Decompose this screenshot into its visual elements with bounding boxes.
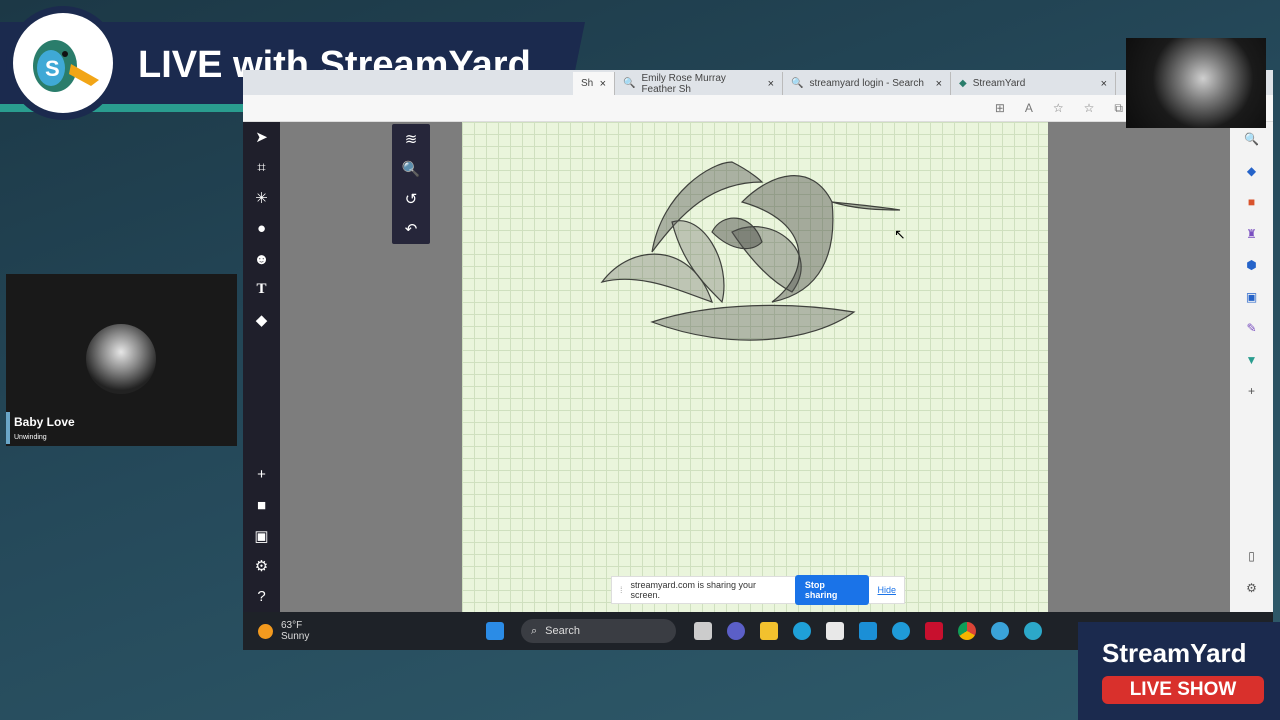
- mcafee-icon[interactable]: [924, 622, 943, 640]
- canvas-tools-panel: ≋ 🔍 ↺ ↶: [392, 124, 430, 244]
- drag-handle-icon[interactable]: ⁞: [620, 585, 623, 595]
- live-show-badge: LIVE SHOW: [1102, 676, 1264, 704]
- browser-tab[interactable]: 🔍 streamyard login - Search ×: [783, 72, 951, 95]
- edge-beta-icon[interactable]: [792, 622, 811, 640]
- screen-share-bar: ⁞ streamyard.com is sharing your screen.…: [611, 575, 905, 605]
- browser-tab[interactable]: 🔍 Emily Rose Murray Feather Sh ×: [615, 72, 783, 95]
- read-aloud-icon[interactable]: A: [1025, 101, 1033, 115]
- effects-icon[interactable]: ✳: [255, 183, 268, 214]
- games-icon[interactable]: ♜: [1246, 227, 1257, 259]
- host-webcam: [1126, 38, 1266, 128]
- chrome-icon[interactable]: [957, 622, 976, 640]
- weather-condition: Sunny: [281, 631, 310, 642]
- browser-tab[interactable]: ◆ StreamYard ×: [951, 72, 1116, 95]
- search-icon: 🔍: [791, 78, 804, 89]
- browser-tab-bar: Sh × 🔍 Emily Rose Murray Feather Sh × 🔍 stre…: [243, 70, 1273, 95]
- designer-icon[interactable]: ✎: [1246, 321, 1256, 353]
- outlook-icon[interactable]: ▣: [1246, 290, 1257, 322]
- participant-tile: Baby Love Unwinding: [6, 274, 237, 446]
- taskbar-search[interactable]: ⌕ Search: [521, 619, 676, 643]
- zoom-icon[interactable]: 🔍: [402, 154, 421, 184]
- apps-icon[interactable]: ⊞: [995, 101, 1005, 115]
- folder-icon[interactable]: ■: [257, 490, 266, 521]
- workspace-right: [1048, 122, 1230, 612]
- task-view-icon[interactable]: [693, 622, 712, 640]
- emoji-icon[interactable]: ☻: [254, 244, 270, 275]
- help-icon[interactable]: ?: [257, 582, 265, 613]
- tag-icon[interactable]: ◆: [1247, 164, 1256, 196]
- weather-widget[interactable]: 63°F Sunny: [243, 620, 478, 642]
- add-favorite-icon[interactable]: ☆: [1053, 101, 1064, 115]
- mailbird-icon[interactable]: [858, 622, 877, 640]
- tab-label: Sh: [581, 78, 594, 89]
- svg-text:S: S: [45, 56, 60, 81]
- search-label: Search: [545, 625, 581, 637]
- search-icon: ⌕: [531, 624, 538, 637]
- add-icon[interactable]: +: [257, 460, 266, 491]
- brand-name: StreamYard: [1102, 638, 1247, 668]
- streamyard-brand-box: StreamYard LIVE SHOW: [1078, 622, 1280, 720]
- copilot-icon[interactable]: ⬢: [1246, 258, 1256, 290]
- tab-label: streamyard login - Search: [809, 78, 924, 89]
- drop-icon[interactable]: ▼: [1246, 353, 1258, 385]
- add-icon[interactable]: +: [1248, 384, 1255, 416]
- settings-icon[interactable]: ⚙: [1246, 581, 1257, 613]
- temperature: 63°F: [281, 620, 303, 631]
- rose-sketch: [600, 161, 901, 341]
- avatar: [86, 324, 156, 394]
- edge-dev-icon[interactable]: [990, 622, 1009, 640]
- shared-screen: Sh × 🔍 Emily Rose Murray Feather Sh × 🔍 stre…: [243, 70, 1273, 650]
- pointer-icon[interactable]: ➤: [255, 122, 268, 153]
- drawing-toolbar: ➤ ⌗ ✳ ● ☻ T ◆ + ■ ▣ ⚙?: [243, 122, 280, 612]
- save-icon[interactable]: ▣: [254, 521, 268, 552]
- browser-toolbar: ⊞ A ☆ ☆ ⧉: [243, 95, 1273, 122]
- edge-icon[interactable]: [1023, 622, 1042, 640]
- sun-icon: [258, 623, 273, 639]
- edge-sidebar: 🔍 ◆ ■ ♜ ⬢ ▣ ✎ ▼ + ▯ ⚙: [1230, 122, 1273, 612]
- tab-label: StreamYard: [972, 78, 1026, 89]
- help-app-icon[interactable]: [891, 622, 910, 640]
- fill-icon[interactable]: ◆: [256, 305, 268, 336]
- close-icon[interactable]: ×: [600, 78, 606, 90]
- search-icon: 🔍: [623, 78, 636, 89]
- workspace-left: [280, 122, 462, 612]
- sidebar-toggle-icon[interactable]: ▯: [1248, 549, 1255, 581]
- crop-icon[interactable]: ⌗: [257, 153, 265, 184]
- settings-icon[interactable]: ⚙: [255, 551, 268, 582]
- teams-icon[interactable]: [726, 622, 745, 640]
- name-accent: [6, 412, 10, 444]
- tab-label: Emily Rose Murray Feather Sh: [641, 72, 726, 95]
- hide-link[interactable]: Hide: [877, 585, 896, 595]
- tools-icon[interactable]: ■: [1248, 195, 1255, 227]
- search-icon[interactable]: 🔍: [1244, 132, 1259, 164]
- file-explorer-icon[interactable]: [759, 622, 778, 640]
- close-icon[interactable]: ×: [768, 78, 774, 90]
- cursor-icon: ↖: [894, 226, 906, 242]
- streamyard-duck-logo: S: [6, 6, 120, 120]
- collections-icon[interactable]: ⧉: [1114, 101, 1123, 116]
- browser-tab[interactable]: Sh ×: [573, 72, 615, 95]
- participant-status: Unwinding: [14, 434, 47, 441]
- stop-sharing-button[interactable]: Stop sharing: [794, 575, 870, 605]
- layers-icon[interactable]: ≋: [405, 124, 418, 154]
- share-message: streamyard.com is sharing your screen.: [630, 580, 757, 600]
- store-icon[interactable]: [825, 622, 844, 640]
- favorites-icon[interactable]: ☆: [1084, 101, 1095, 115]
- close-icon[interactable]: ×: [1101, 78, 1107, 90]
- history-icon[interactable]: ↺: [405, 184, 418, 214]
- start-icon[interactable]: [485, 622, 504, 640]
- participant-name: Baby Love: [14, 415, 75, 429]
- text-icon[interactable]: T: [256, 275, 266, 306]
- close-icon[interactable]: ×: [936, 78, 942, 90]
- undo-icon[interactable]: ↶: [405, 214, 418, 244]
- streamyard-favicon-icon: ◆: [959, 78, 967, 89]
- circle-icon[interactable]: ●: [257, 214, 266, 245]
- drawing-canvas[interactable]: ↖: [462, 122, 1048, 612]
